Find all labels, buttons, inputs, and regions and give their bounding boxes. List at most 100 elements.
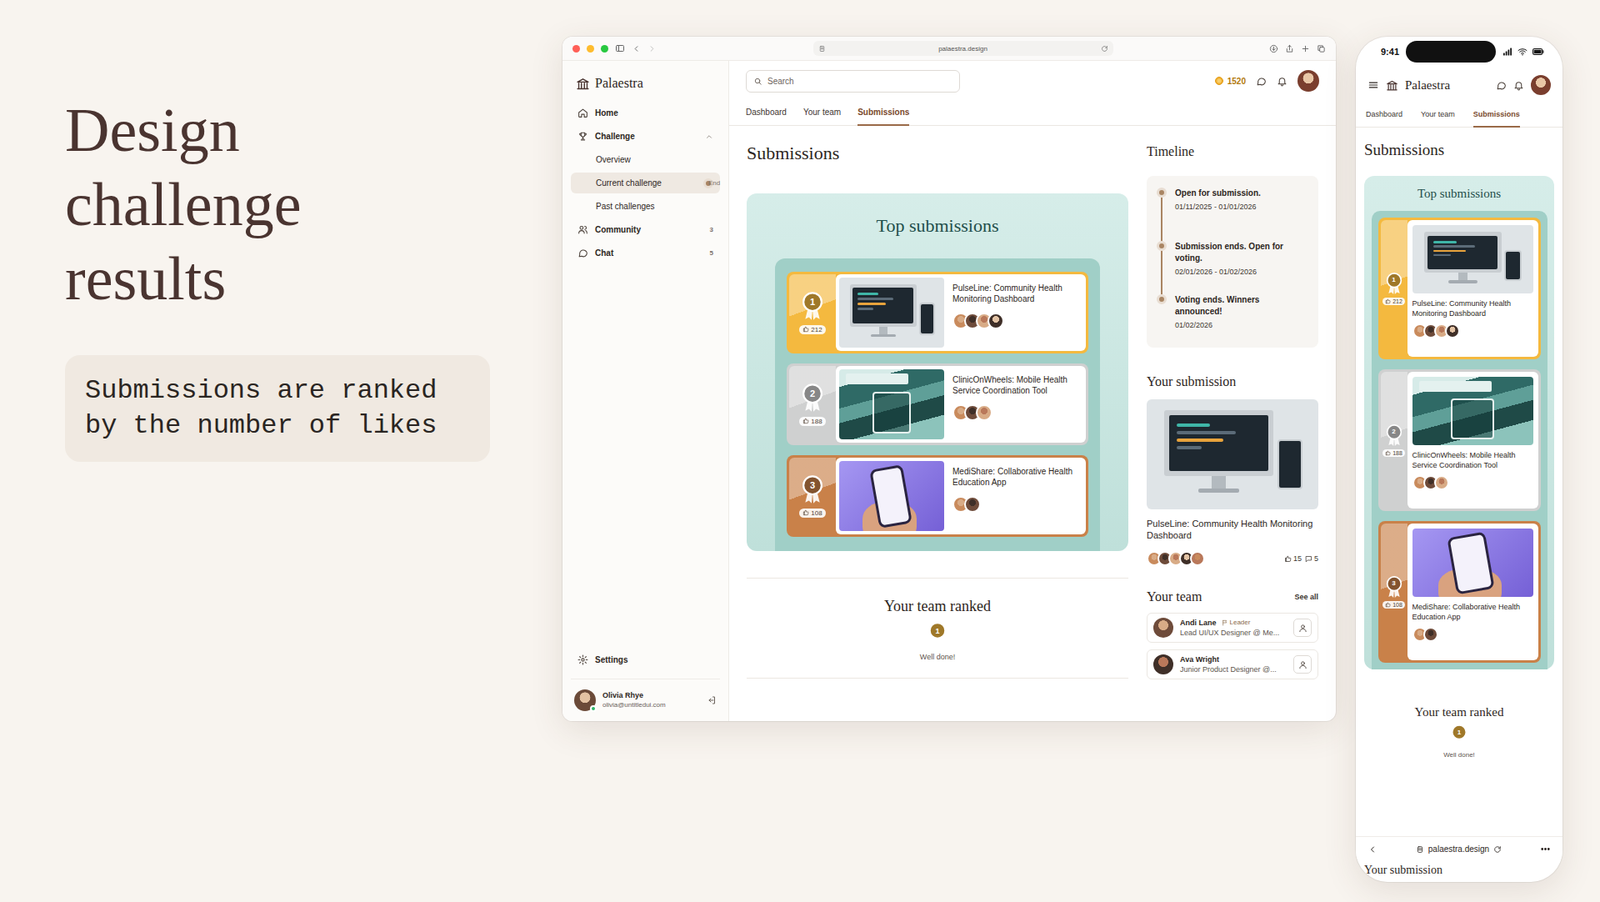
submission-title[interactable]: MediShare: Collaborative Health Educatio… bbox=[1412, 601, 1534, 622]
team-member[interactable]: Ava WrightJunior Product Designer @... bbox=[1146, 649, 1319, 680]
window-control[interactable] bbox=[600, 45, 609, 53]
back-icon[interactable] bbox=[631, 44, 641, 54]
more-icon[interactable] bbox=[1540, 843, 1551, 855]
chat-icon[interactable] bbox=[1495, 80, 1507, 91]
submission-title[interactable]: ClinicOnWheels: Mobile Health Service Co… bbox=[952, 374, 1083, 396]
tab[interactable]: Submissions bbox=[857, 100, 910, 126]
medal-icon: 1 bbox=[1385, 272, 1403, 295]
submission-row[interactable]: 3108MediShare: Collaborative Health Educ… bbox=[786, 455, 1089, 537]
rank-strip: 2188 bbox=[789, 365, 836, 443]
tab-bar: Dashboard Your team Submissions bbox=[729, 100, 1336, 126]
likes-count[interactable]: 212 bbox=[1382, 297, 1405, 305]
share-icon[interactable] bbox=[1285, 44, 1295, 54]
likes-count[interactable]: 188 bbox=[1382, 449, 1405, 457]
menu-icon[interactable] bbox=[1367, 79, 1380, 91]
submission-row[interactable]: 2188ClinicOnWheels: Mobile Health Servic… bbox=[1378, 369, 1541, 511]
team-member[interactable]: Andi LaneLeaderLead UI/UX Designer @ Me.… bbox=[1146, 612, 1319, 643]
user-avatar[interactable] bbox=[574, 689, 596, 711]
submission-thumbnail[interactable] bbox=[839, 460, 945, 531]
sidebar-item[interactable]: Home bbox=[570, 102, 720, 124]
submission-thumbnail[interactable] bbox=[839, 369, 945, 440]
profile-button[interactable] bbox=[1293, 618, 1312, 637]
user-profile[interactable]: Olivia Rhyeolivia@untitledui.com bbox=[570, 678, 720, 711]
timeline-step: Voting ends. Winners announced!01/02/202… bbox=[1156, 294, 1309, 340]
sidebar-item[interactable]: Chat5 bbox=[570, 242, 720, 264]
sidebar-item[interactable]: Current challengeEnd bbox=[570, 172, 720, 194]
submission-thumbnail[interactable] bbox=[1412, 376, 1534, 445]
submission-title[interactable]: MediShare: Collaborative Health Educatio… bbox=[952, 465, 1083, 488]
settings-item[interactable]: Settings bbox=[570, 649, 720, 670]
coin-count: 1520 bbox=[1227, 76, 1246, 86]
submission-row[interactable]: 1 212 PulseLine: Community Health Monitori… bbox=[786, 271, 1089, 354]
sidebar-item[interactable]: Past challenges bbox=[570, 195, 720, 217]
tabs-icon[interactable] bbox=[1316, 44, 1326, 54]
submission-card[interactable]: PulseLine: Community Health Monitoring D… bbox=[835, 274, 1086, 351]
tab[interactable]: Dashboard bbox=[1365, 103, 1403, 128]
step-title: Open for submission. bbox=[1175, 187, 1261, 200]
likes-count[interactable]: 188 bbox=[799, 416, 825, 426]
users-icon bbox=[577, 224, 589, 235]
sidebar-item[interactable]: Challenge bbox=[570, 125, 720, 147]
likes-count[interactable]: 108 bbox=[1382, 600, 1405, 609]
tab[interactable]: Dashboard bbox=[745, 100, 787, 126]
avatar[interactable] bbox=[1445, 323, 1460, 339]
submission-row[interactable]: 1 212 PulseLine: Community Health Monitori… bbox=[1378, 217, 1541, 360]
sidebar-item[interactable]: Overview bbox=[570, 149, 720, 170]
forward-icon[interactable] bbox=[647, 44, 657, 54]
medal-icon: 1 bbox=[801, 291, 824, 320]
tab[interactable]: Your team bbox=[803, 100, 841, 126]
sidebar-toggle-icon[interactable] bbox=[615, 43, 625, 54]
logout-icon[interactable] bbox=[706, 695, 717, 705]
avatar[interactable] bbox=[1434, 475, 1450, 490]
step-dot bbox=[1156, 240, 1167, 251]
avatar[interactable] bbox=[975, 404, 993, 421]
see-all-link[interactable]: See all bbox=[1294, 592, 1319, 601]
submission-card[interactable]: PulseLine: Community Health Monitoring D… bbox=[1407, 220, 1539, 357]
search-field[interactable] bbox=[745, 70, 960, 93]
tab[interactable]: Your team bbox=[1420, 103, 1455, 128]
project-title[interactable]: PulseLine: Community Health Monitoring D… bbox=[1146, 517, 1319, 541]
tab[interactable]: Submissions bbox=[1473, 103, 1520, 128]
address-bar[interactable]: palaestra.design bbox=[1382, 844, 1535, 854]
avatar[interactable] bbox=[1423, 626, 1439, 642]
submission-row[interactable]: 2188 ClinicOnWheels: Mobile Health Servic… bbox=[786, 363, 1089, 445]
bell-icon[interactable] bbox=[1513, 80, 1525, 91]
submission-thumbnail[interactable] bbox=[1412, 528, 1534, 597]
coin-balance[interactable]: 1520 bbox=[1214, 75, 1246, 86]
avatar[interactable] bbox=[964, 495, 981, 513]
chat-icon[interactable] bbox=[1255, 75, 1267, 87]
brand-logo[interactable]: Palaestra bbox=[570, 72, 720, 103]
search-input[interactable] bbox=[767, 76, 953, 86]
chevron-icon[interactable] bbox=[705, 132, 714, 141]
submission-card[interactable]: ClinicOnWheels: Mobile Health Service Co… bbox=[1407, 371, 1539, 509]
submission-card[interactable]: ClinicOnWheels: Mobile Health Service Co… bbox=[835, 365, 1086, 443]
address-bar[interactable]: palaestra.design bbox=[813, 40, 1114, 56]
window-control[interactable] bbox=[572, 45, 580, 53]
submission-card[interactable]: MediShare: Collaborative Health Educatio… bbox=[1407, 523, 1539, 660]
sidebar-item[interactable]: Community3 bbox=[570, 219, 720, 240]
submission-title[interactable]: ClinicOnWheels: Mobile Health Service Co… bbox=[1412, 450, 1534, 470]
profile-button[interactable] bbox=[1293, 655, 1312, 674]
download-icon[interactable] bbox=[1269, 44, 1279, 54]
bell-icon[interactable] bbox=[1276, 75, 1288, 87]
submission-title[interactable]: PulseLine: Community Health Monitoring D… bbox=[1412, 298, 1534, 319]
like-count[interactable]: 15 bbox=[1284, 554, 1302, 563]
submission-title[interactable]: PulseLine: Community Health Monitoring D… bbox=[952, 282, 1083, 305]
profile-avatar[interactable] bbox=[1530, 75, 1551, 95]
submission-thumbnail[interactable] bbox=[1146, 399, 1319, 510]
profile-avatar[interactable] bbox=[1297, 70, 1320, 92]
submission-thumbnail[interactable] bbox=[839, 277, 945, 348]
avatar[interactable] bbox=[1190, 550, 1205, 566]
window-control[interactable] bbox=[586, 45, 595, 53]
submission-thumbnail[interactable] bbox=[1412, 225, 1534, 294]
submission-row[interactable]: 3108MediShare: Collaborative Health Educ… bbox=[1378, 520, 1541, 663]
likes-count[interactable]: 212 bbox=[799, 325, 825, 335]
submission-card[interactable]: MediShare: Collaborative Health Educatio… bbox=[835, 457, 1086, 535]
avatar[interactable] bbox=[987, 312, 1005, 330]
back-icon[interactable] bbox=[1367, 844, 1378, 855]
likes-count[interactable]: 108 bbox=[799, 508, 825, 518]
new-tab-icon[interactable] bbox=[1300, 44, 1310, 54]
comment-count[interactable]: 5 bbox=[1305, 554, 1319, 563]
reload-icon[interactable] bbox=[1100, 45, 1109, 53]
reload-icon[interactable] bbox=[1493, 845, 1502, 854]
